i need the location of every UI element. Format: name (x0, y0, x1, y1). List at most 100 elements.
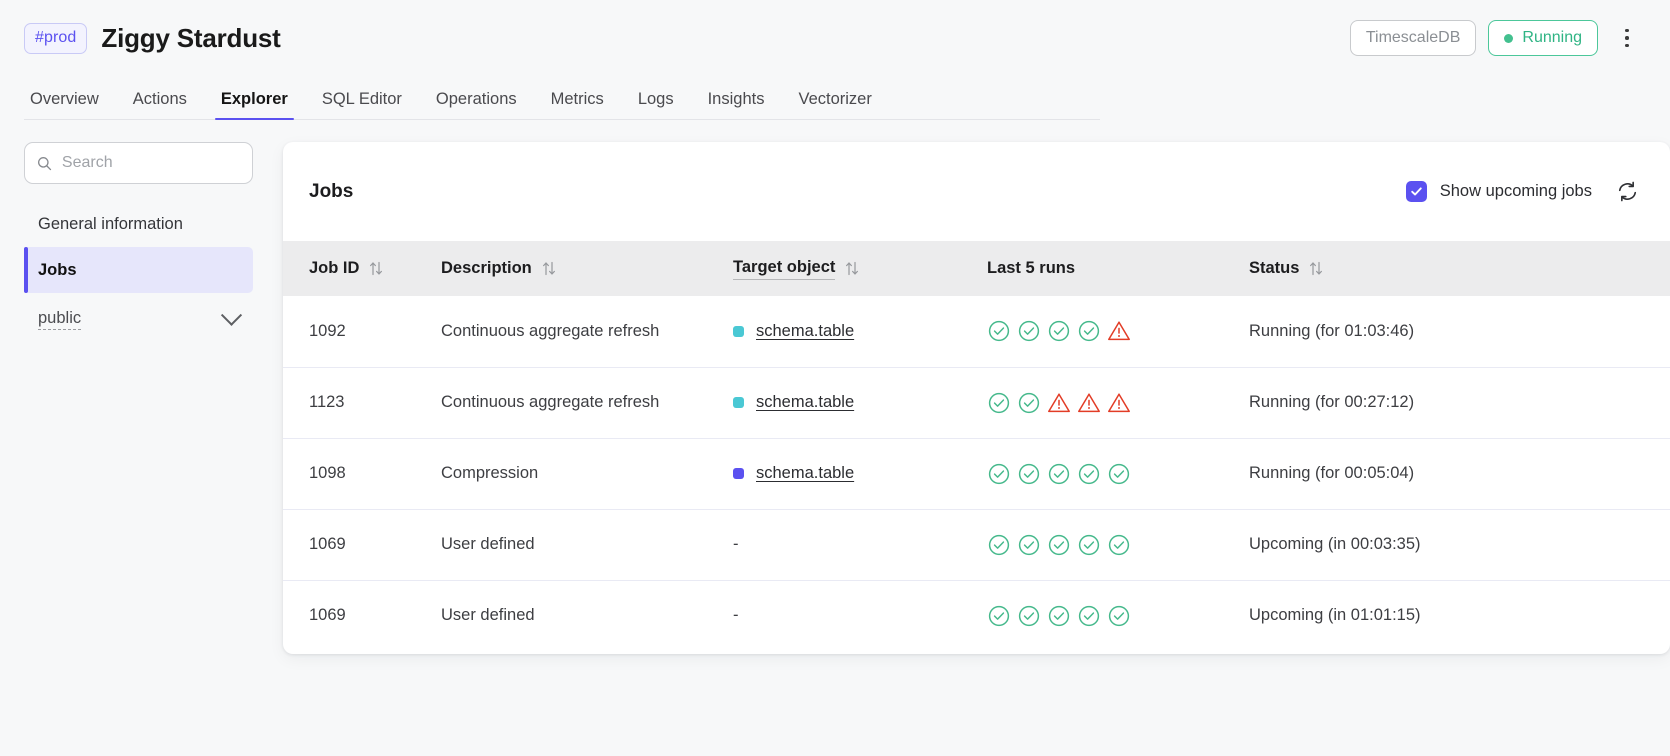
column-header-last-5-runs: Last 5 runs (987, 241, 1249, 296)
refresh-icon[interactable] (1614, 179, 1640, 205)
status-badge: Running (1488, 20, 1598, 56)
jobs-table: Job ID Description (283, 241, 1670, 651)
sort-icon[interactable] (1309, 261, 1323, 276)
tab-explorer[interactable]: Explorer (204, 90, 305, 120)
sidebar-group-public[interactable]: public (24, 296, 253, 342)
target-type-dot-icon (733, 397, 744, 408)
sort-icon[interactable] (369, 261, 383, 276)
tab-label: Operations (436, 90, 517, 108)
run-status-ok-icon (1047, 604, 1071, 628)
tab-operations[interactable]: Operations (419, 90, 534, 120)
jobs-table-scroll[interactable]: Job ID Description (283, 241, 1670, 654)
tab-label: Metrics (551, 90, 604, 108)
header-actions: TimescaleDB Running (1350, 20, 1640, 56)
run-status-ok-icon (1107, 462, 1131, 486)
column-header-description[interactable]: Description (441, 241, 733, 296)
cell-target-object: schema.table (733, 296, 987, 367)
jobs-table-body: 1092Continuous aggregate refresh schema.t… (283, 296, 1670, 651)
jobs-card-tools: Show upcoming jobs (1406, 179, 1640, 205)
run-status-ok-icon (1107, 533, 1131, 557)
table-row[interactable]: 1069User defined- Upcoming (in 01:01:15) (283, 580, 1670, 651)
kebab-menu-icon[interactable] (1614, 21, 1640, 55)
cell-last-5-runs (987, 509, 1249, 580)
cell-description: User defined (441, 580, 733, 651)
sidebar-item-general-information[interactable]: General information (24, 201, 253, 247)
column-header-status[interactable]: Status (1249, 241, 1670, 296)
service-type-badge: TimescaleDB (1350, 20, 1477, 56)
search-box[interactable] (24, 142, 253, 184)
column-header-target-object[interactable]: Target object (733, 241, 987, 296)
tab-label: Vectorizer (798, 90, 871, 108)
target-object-empty: - (733, 535, 739, 553)
cell-target-object: schema.table (733, 367, 987, 438)
tab-insights[interactable]: Insights (691, 90, 782, 120)
environment-badge[interactable]: #prod (24, 23, 87, 54)
table-row[interactable]: 1123Continuous aggregate refreshschema.t… (283, 367, 1670, 438)
cell-status: Running (for 00:27:12) (1249, 367, 1670, 438)
cell-last-5-runs (987, 296, 1249, 367)
search-icon (37, 155, 52, 172)
tab-label: Explorer (221, 90, 288, 108)
sidebar-nav: General information Jobs public (24, 201, 253, 342)
tab-overview[interactable]: Overview (24, 90, 116, 120)
cell-status: Upcoming (in 01:01:15) (1249, 580, 1670, 651)
run-status-ok-icon (1017, 319, 1041, 343)
sort-icon[interactable] (542, 261, 556, 276)
sidebar-group-label: public (38, 309, 81, 330)
sidebar-item-label: Jobs (38, 261, 77, 280)
cell-job-id: 1069 (283, 509, 441, 580)
checkbox-checked-icon[interactable] (1406, 181, 1427, 202)
sidebar-item-jobs[interactable]: Jobs (24, 247, 253, 293)
tab-label: Overview (30, 90, 99, 108)
jobs-table-head: Job ID Description (283, 241, 1670, 296)
tab-metrics[interactable]: Metrics (534, 90, 621, 120)
target-object-link[interactable]: schema.table (756, 322, 854, 341)
status-badge-label: Running (1522, 30, 1582, 46)
run-status-warning-icon (1107, 319, 1131, 343)
search-input[interactable] (62, 154, 240, 172)
run-status-ok-icon (987, 462, 1011, 486)
tab-actions[interactable]: Actions (116, 90, 204, 120)
app-header: #prod Ziggy Stardust TimescaleDB Running (0, 0, 1670, 76)
column-header-job-id[interactable]: Job ID (283, 241, 441, 296)
column-header-label: Job ID (309, 259, 359, 278)
title-group: #prod Ziggy Stardust (24, 23, 281, 54)
cell-description: Continuous aggregate refresh (441, 296, 733, 367)
jobs-card: Jobs Show upcoming jobs (283, 142, 1670, 654)
run-status-ok-icon (1017, 391, 1041, 415)
tab-vectorizer[interactable]: Vectorizer (781, 90, 888, 120)
column-header-label: Description (441, 259, 532, 278)
cell-job-id: 1098 (283, 438, 441, 509)
target-object-link[interactable]: schema.table (756, 464, 854, 483)
chevron-down-icon[interactable] (221, 304, 242, 325)
run-status-ok-icon (1017, 604, 1041, 628)
target-object-empty: - (733, 606, 739, 624)
target-type-dot-icon (733, 468, 744, 479)
sort-icon[interactable] (845, 261, 859, 276)
table-row[interactable]: 1069User defined-Upcoming (in 00:03:35) (283, 509, 1670, 580)
cell-target-object: - (733, 580, 987, 651)
run-status-warning-icon (1077, 391, 1101, 415)
target-type-dot-icon (733, 326, 744, 337)
tab-bar: Overview Actions Explorer SQL Editor Ope… (0, 76, 1670, 120)
show-upcoming-jobs-checkbox[interactable]: Show upcoming jobs (1406, 181, 1592, 202)
tab-label: Insights (708, 90, 765, 108)
cell-status: Upcoming (in 00:03:35) (1249, 509, 1670, 580)
tab-sql-editor[interactable]: SQL Editor (305, 90, 419, 120)
table-row[interactable]: 1098Compressionschema.tableRunning (for … (283, 438, 1670, 509)
tab-logs[interactable]: Logs (621, 90, 691, 120)
target-object-link[interactable]: schema.table (756, 393, 854, 412)
run-status-ok-icon (1077, 462, 1101, 486)
run-status-warning-icon (1047, 391, 1071, 415)
run-status-ok-icon (1017, 462, 1041, 486)
cell-target-object: schema.table (733, 438, 987, 509)
run-status-ok-icon (1077, 319, 1101, 343)
cell-job-id: 1092 (283, 296, 441, 367)
jobs-card-header: Jobs Show upcoming jobs (283, 142, 1670, 241)
table-row[interactable]: 1092Continuous aggregate refresh schema.t… (283, 296, 1670, 367)
tab-label: Logs (638, 90, 674, 108)
cell-job-id: 1123 (283, 367, 441, 438)
run-status-ok-icon (987, 391, 1011, 415)
cell-status: Running (for 01:03:46) (1249, 296, 1670, 367)
cell-job-id: 1069 (283, 580, 441, 651)
